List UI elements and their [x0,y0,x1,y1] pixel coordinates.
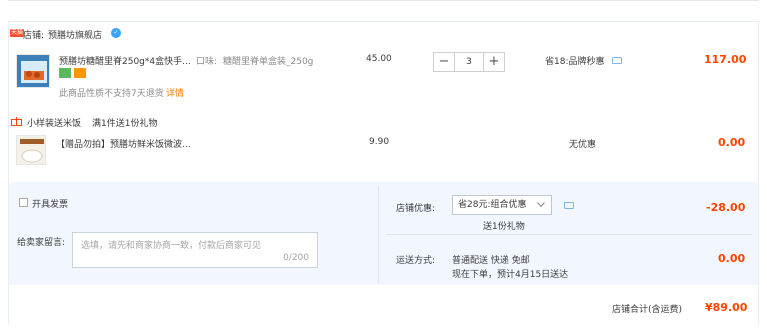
gift-thumbnail[interactable] [16,135,46,165]
chevron-down-icon [537,202,545,208]
return-details-link[interactable]: 详情 [166,86,184,99]
item-attr-value: 糖醋里脊单盒装_250g [223,57,314,67]
item-attr-label: 口味: [196,57,218,67]
comment-icon[interactable] [564,202,574,210]
delivery-label: 运送方式: [396,256,436,266]
quantity-stepper: − 3 + [433,52,505,72]
shop-discount-gift-note: 送1份礼物 [483,222,525,232]
increase-button[interactable]: + [484,53,504,71]
promo-rule: 满1件送1份礼物 [92,119,158,129]
shop-discount-label: 店铺优惠: [396,204,436,214]
panel-divider [378,186,379,283]
gift-discount: 无优惠 [569,140,597,150]
promo-name: 小样装送米饭 [27,119,82,129]
shop-label: 店铺: [23,31,45,41]
quantity-input[interactable]: 3 [454,53,484,71]
panel-row-divider [386,234,752,235]
shop-discount-selected: 省28元:组合优惠 [458,200,527,210]
delivery-fee: 0.00 [718,252,746,265]
chat-icon[interactable]: ✓ [111,28,121,38]
product-image [17,55,49,87]
item-title-link[interactable]: 预膳坊糖醋里脊250g*4盒快手... [59,54,191,67]
delivery-method: 普通配送 快递 免邮 [452,256,530,266]
service-icon-2 [74,68,86,78]
gift-icon [11,117,22,126]
message-label: 给卖家留言: [17,238,66,248]
shop-total-amount: ¥89.00 [705,301,748,314]
gift-subtotal: 0.00 [718,136,746,149]
gift-image [17,136,45,164]
tmall-badge: 天猫 [10,29,25,37]
item-discount: 省18:品牌秒惠 [545,57,605,67]
return-note: 此商品性质不支持7天退货 [59,89,164,99]
invoice-label: 开具发票 [32,200,69,210]
message-textarea[interactable]: 选填，请先和商家协商一致，付款后商家可见 0/200 [72,232,318,268]
message-counter: 0/200 [283,253,309,263]
service-icon-1 [59,68,71,78]
unit-price: 45.00 [366,54,392,64]
comment-icon[interactable] [612,57,622,65]
shop-name-link[interactable]: 预膳坊旗舰店 [48,28,102,41]
invoice-checkbox[interactable] [19,198,28,207]
header-divider [8,0,759,1]
product-thumbnail[interactable] [16,54,50,88]
message-placeholder: 选填，请先和商家协商一致，付款后商家可见 [81,241,262,251]
shop-discount-select[interactable]: 省28元:组合优惠 [452,195,552,215]
delivery-eta: 现在下单，预计4月15日送达 [452,270,569,280]
item-subtotal: 117.00 [704,53,747,66]
gift-price: 9.90 [369,137,390,147]
shop-discount-amount: -28.00 [706,201,746,214]
gift-title-link[interactable]: 【赠品勿拍】预膳坊鲜米饭微波... [56,137,191,150]
shop-total-label: 店铺合计(含运费) [612,305,683,315]
decrease-button[interactable]: − [434,53,454,71]
